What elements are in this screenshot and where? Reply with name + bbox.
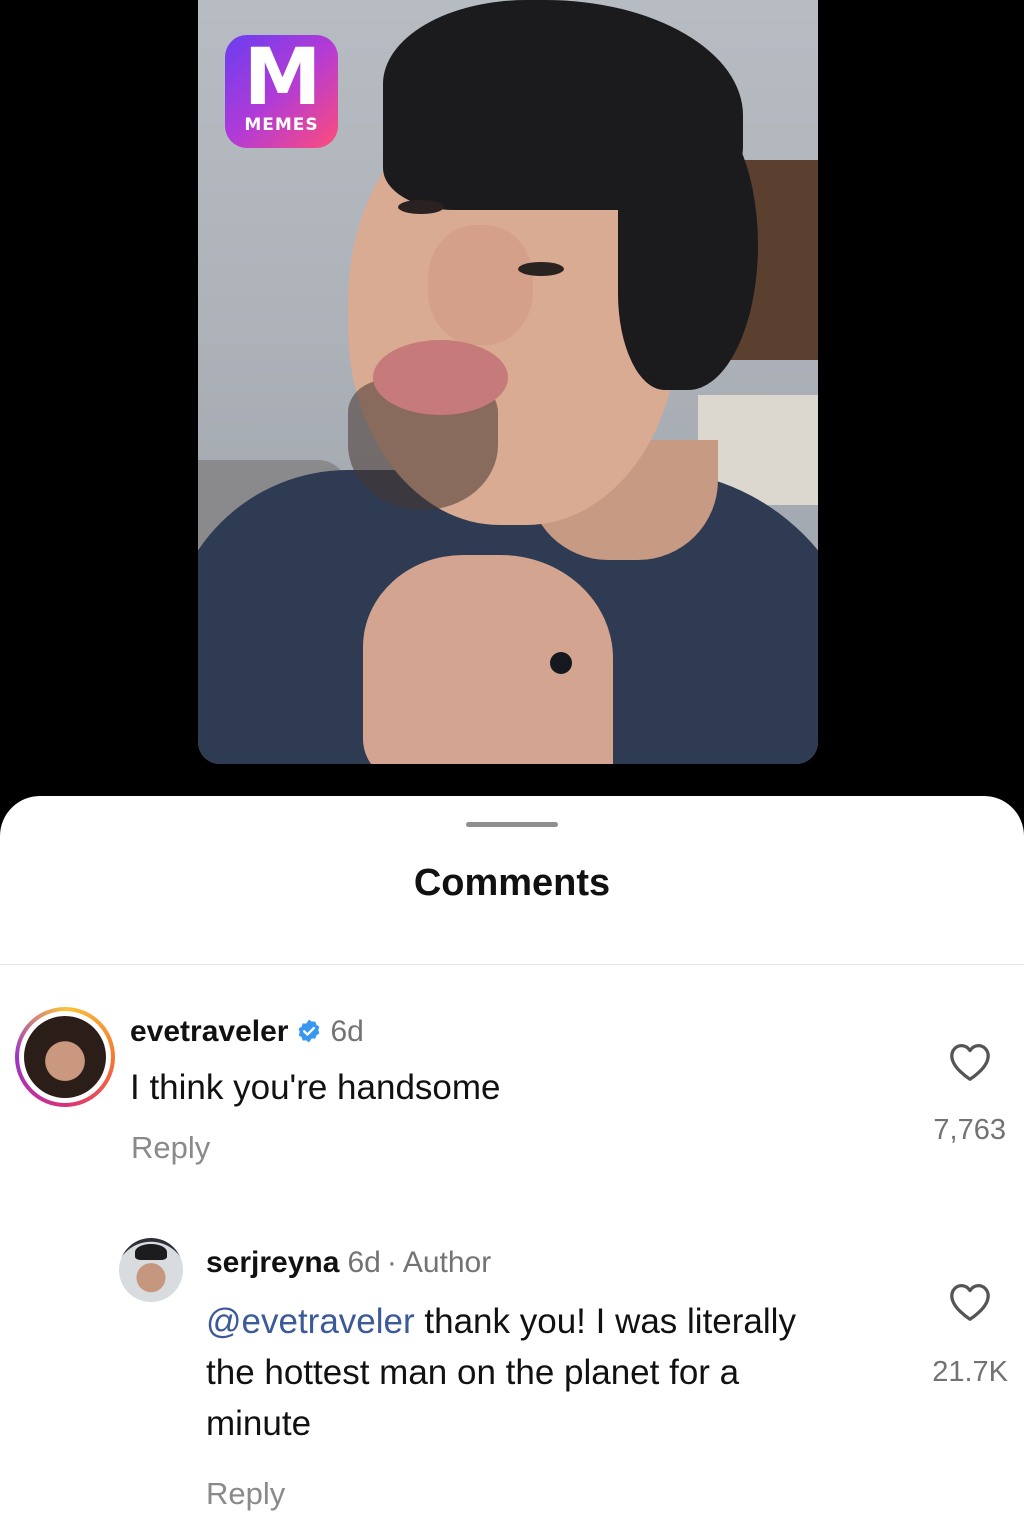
- person-hair-side: [618, 100, 758, 390]
- memes-logo-icon: M MEMES: [225, 35, 338, 148]
- like-count: 21.7K: [932, 1356, 1008, 1388]
- person-eye-left: [398, 200, 444, 214]
- comment-text-line-2: the hottest man on the planet for a: [206, 1353, 740, 1392]
- logo-letter: M: [243, 33, 322, 123]
- comment-text-part: thank you! I was literally: [414, 1302, 796, 1341]
- avatar-hair: [135, 1244, 167, 1260]
- shirt-button: [550, 652, 572, 674]
- heart-icon[interactable]: [948, 1282, 992, 1322]
- comment-time: 6d: [347, 1246, 381, 1279]
- comment-text-line-1: @evetraveler thank you! I was literally: [206, 1296, 906, 1347]
- comments-sheet: Comments evetraveler 6d I think you're h…: [0, 796, 1024, 1536]
- comment-header: serjreyna 6d · Author: [206, 1245, 491, 1281]
- person-hand: [363, 555, 613, 764]
- person-nose: [428, 225, 533, 345]
- logo-word: MEMES: [244, 115, 319, 135]
- reply-comment-item: serjreyna 6d · Author @evetraveler thank yo…: [0, 796, 1024, 1536]
- reply-button[interactable]: Reply: [206, 1476, 285, 1512]
- meta-separator: ·: [386, 1246, 397, 1279]
- screen: M MEMES Comments evetraveler 6d I think …: [0, 0, 1024, 1536]
- comment-username[interactable]: serjreyna: [206, 1246, 339, 1279]
- person-eye-right: [518, 262, 564, 276]
- avatar-serjreyna[interactable]: [119, 1238, 183, 1302]
- mention-link[interactable]: @evetraveler: [206, 1302, 415, 1341]
- author-badge: Author: [402, 1246, 492, 1279]
- person-lips: [373, 340, 508, 415]
- comment-text: @evetraveler thank you! I was literally …: [206, 1296, 906, 1449]
- comment-text-line-3: minute: [206, 1404, 312, 1443]
